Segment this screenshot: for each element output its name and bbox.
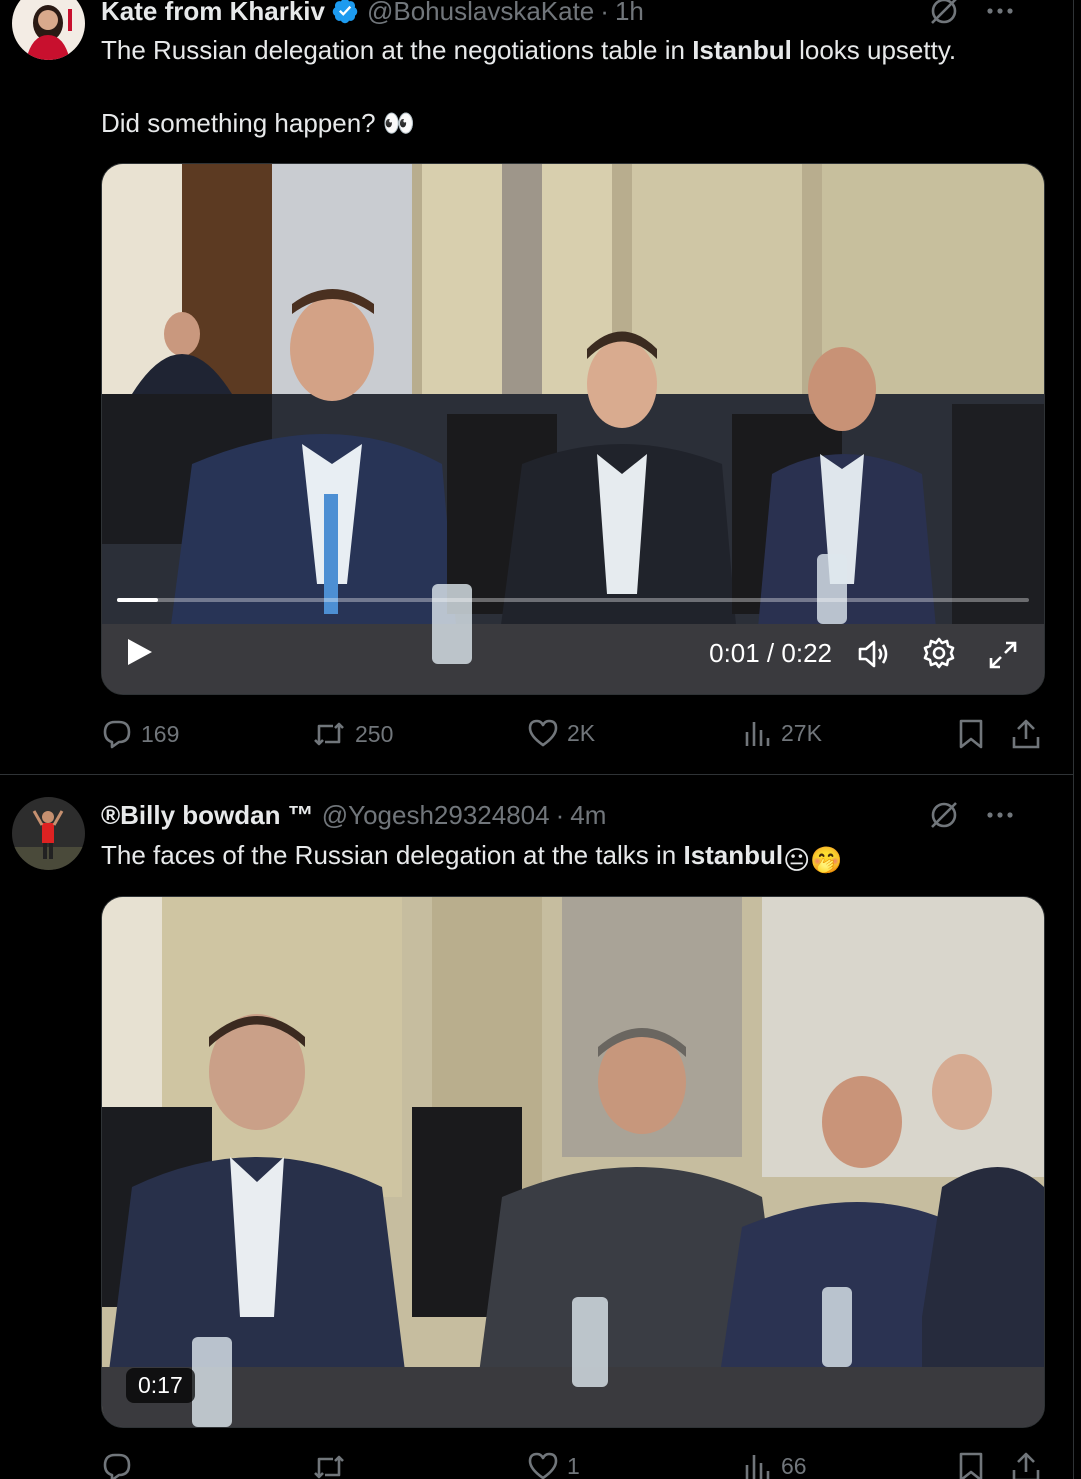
more-icon[interactable]	[986, 6, 1014, 16]
reply-button[interactable]: 169	[101, 718, 179, 750]
play-icon[interactable]	[126, 637, 154, 672]
views-count: 66	[781, 1452, 807, 1479]
views-icon	[745, 1455, 770, 1479]
emoji-text: 😐🤭	[783, 845, 843, 875]
views-button[interactable]: 27K	[743, 718, 822, 748]
tweet-header: ®Billy bowdan ™ @Yogesh29324804 · 4m	[101, 798, 1044, 832]
video-controls: 0:01 / 0:22	[102, 614, 1044, 694]
share-button[interactable]	[1011, 1451, 1041, 1479]
tweet-text-part: The faces of the Russian delegation at t…	[101, 840, 684, 870]
reply-button[interactable]	[101, 1451, 141, 1479]
volume-icon[interactable]	[856, 638, 892, 670]
repost-button[interactable]	[311, 1451, 355, 1479]
tweet-time[interactable]: 4m	[570, 800, 606, 831]
like-icon	[528, 1452, 558, 1479]
video-duration-badge: 0:17	[126, 1368, 195, 1403]
separator-dot: ·	[600, 0, 609, 26]
avatar[interactable]	[12, 797, 85, 870]
settings-icon[interactable]	[922, 636, 956, 670]
bookmark-icon	[959, 719, 983, 749]
grok-icon[interactable]	[928, 0, 960, 27]
tweet-header: Kate from Kharkiv @BohuslavskaKate · 1h	[101, 0, 1044, 28]
views-icon	[745, 722, 770, 746]
tweet-kate-from-kharkiv[interactable]: Kate from Kharkiv @BohuslavskaKate · 1h …	[0, 0, 1074, 775]
fullscreen-icon[interactable]	[988, 640, 1018, 670]
tweet-text: The Russian delegation at the negotiatio…	[101, 32, 1034, 68]
tweet-text-part: looks upsetty.	[791, 35, 957, 65]
repost-button[interactable]: 250	[311, 718, 393, 750]
reply-count: 169	[141, 720, 180, 747]
video-frame	[102, 897, 1044, 1427]
like-button[interactable]: 1	[527, 1451, 580, 1479]
views-count: 27K	[781, 719, 822, 746]
tweet-text: The faces of the Russian delegation at t…	[101, 837, 1034, 878]
like-icon	[528, 719, 558, 747]
separator-dot: ·	[555, 799, 565, 830]
like-button[interactable]: 2K	[527, 718, 595, 748]
bookmark-button[interactable]	[957, 1451, 985, 1479]
author-name[interactable]: ®Billy bowdan ™	[101, 800, 314, 831]
reply-icon	[103, 1453, 131, 1479]
video-player[interactable]: 0:17	[101, 896, 1045, 1428]
header-actions	[928, 799, 1014, 831]
like-count: 1	[567, 1452, 580, 1479]
timeline-feed: Kate from Kharkiv @BohuslavskaKate · 1h …	[0, 0, 1081, 1479]
author-name[interactable]: Kate from Kharkiv	[101, 0, 325, 27]
like-count: 2K	[567, 719, 596, 746]
share-icon	[1012, 719, 1040, 749]
share-icon	[1012, 1452, 1040, 1479]
hashtag-istanbul[interactable]: Istanbul	[692, 35, 792, 65]
bookmark-button[interactable]	[957, 718, 985, 750]
header-actions	[928, 0, 1014, 27]
repost-icon	[314, 1455, 344, 1479]
avatar[interactable]	[12, 0, 85, 60]
tweet-text-part: The Russian delegation at the negotiatio…	[101, 35, 693, 65]
tweet-time[interactable]: 1h	[615, 0, 644, 27]
grok-icon[interactable]	[928, 799, 960, 831]
author-handle[interactable]: @Yogesh29324804	[322, 800, 550, 831]
hashtag-istanbul[interactable]: Istanbul	[683, 840, 783, 870]
share-button[interactable]	[1011, 718, 1041, 750]
video-progress-fill	[117, 598, 159, 602]
verified-badge-icon[interactable]	[331, 0, 359, 25]
views-button[interactable]: 66	[743, 1451, 807, 1479]
repost-icon	[314, 722, 344, 746]
video-player[interactable]: 0:01 / 0:22	[101, 163, 1045, 695]
tweet-billy-bowdan[interactable]: ®Billy bowdan ™ @Yogesh29324804 · 4m The…	[0, 775, 1074, 1479]
tweet-text-line2: Did something happen? 👀	[101, 108, 416, 138]
author-handle[interactable]: @BohuslavskaKate	[367, 0, 594, 27]
more-icon[interactable]	[986, 810, 1014, 820]
bookmark-icon	[959, 1452, 983, 1479]
tweet-actions: 1 66	[101, 1451, 1044, 1479]
video-progress-bar[interactable]	[117, 598, 1029, 602]
tweet-actions: 169 250 2K 27K	[101, 718, 1044, 754]
video-time-display: 0:01 / 0:22	[709, 638, 832, 668]
repost-count: 250	[355, 720, 394, 747]
reply-icon	[103, 720, 131, 749]
